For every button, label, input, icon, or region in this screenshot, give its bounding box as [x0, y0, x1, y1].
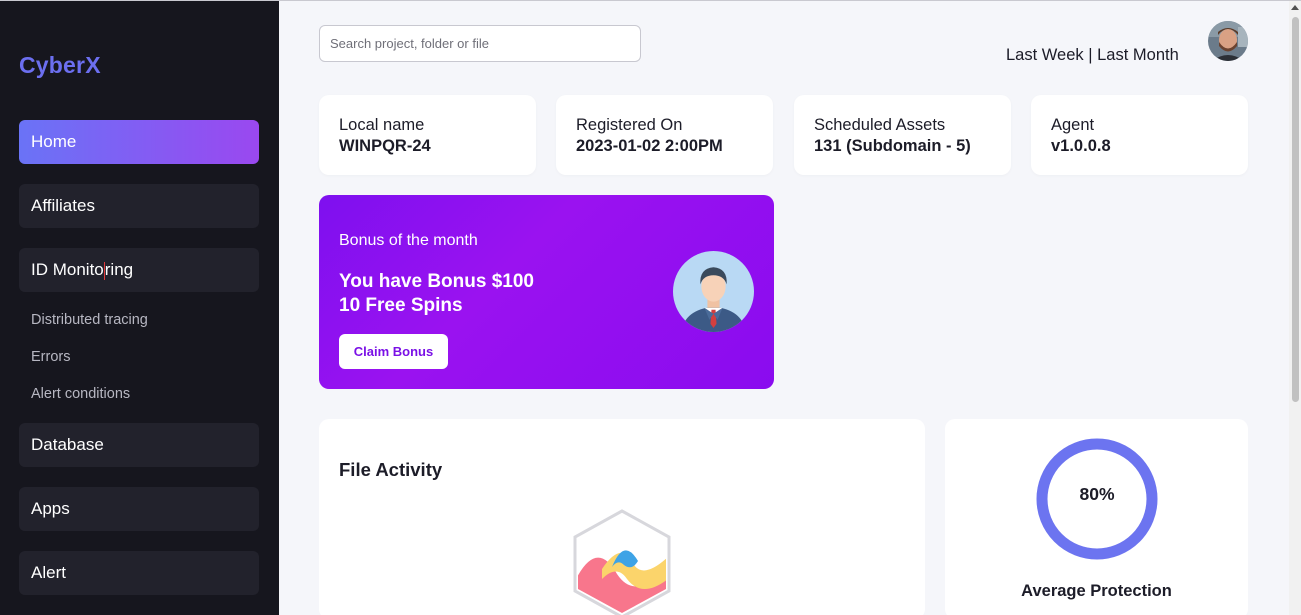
sidebar: CyberX Home Affiliates ID Monitoring Dis…	[0, 0, 279, 615]
info-label: Registered On	[576, 116, 683, 134]
sidebar-item-label: ID Monito	[31, 260, 104, 279]
info-card-local-name: Local name WINPQR-24	[319, 95, 536, 175]
subitem-distributed-tracing[interactable]: Distributed tracing	[31, 312, 148, 328]
scroll-up-arrow-icon[interactable]	[1290, 3, 1300, 13]
search-input[interactable]	[319, 25, 641, 62]
user-photo-icon	[1208, 21, 1248, 61]
period-separator: |	[1083, 46, 1098, 64]
businessman-avatar-icon	[673, 251, 754, 332]
subitem-alert-conditions[interactable]: Alert conditions	[31, 386, 130, 402]
bonus-card: Bonus of the month You have Bonus $100 1…	[319, 195, 774, 389]
file-activity-title: File Activity	[339, 459, 443, 480]
last-month-link[interactable]: Last Month	[1097, 46, 1179, 64]
protection-caption: Average Protection	[1021, 582, 1172, 600]
protection-percent: 80%	[1079, 484, 1115, 504]
bonus-amount: You have Bonus $100	[339, 271, 534, 292]
info-value: WINPQR-24	[339, 137, 431, 155]
sidebar-item-database[interactable]: Database	[19, 423, 259, 467]
info-label: Agent	[1051, 116, 1095, 134]
sidebar-item-home[interactable]: Home	[19, 120, 259, 164]
top-border	[0, 0, 1301, 1]
sidebar-item-apps[interactable]: Apps	[19, 487, 259, 531]
bonus-spins: 10 Free Spins	[339, 295, 463, 316]
info-value: v1.0.0.8	[1051, 137, 1111, 155]
last-week-link[interactable]: Last Week	[1006, 46, 1084, 64]
chartjs-logo-icon	[573, 509, 671, 615]
info-card-scheduled-assets: Scheduled Assets 131 (Subdomain - 5)	[794, 95, 1011, 175]
info-value: 2023-01-02 2:00PM	[576, 137, 723, 155]
sidebar-item-label: ring	[104, 260, 134, 279]
info-label: Local name	[339, 116, 425, 134]
average-protection-panel: 80% Average Protection	[945, 419, 1248, 615]
info-card-agent: Agent v1.0.0.8	[1031, 95, 1248, 175]
user-avatar[interactable]	[1208, 21, 1248, 61]
sidebar-item-alert[interactable]: Alert	[19, 551, 259, 595]
bonus-title: Bonus of the month	[339, 232, 478, 249]
sidebar-item-affiliates[interactable]: Affiliates	[19, 184, 259, 228]
info-value: 131 (Subdomain - 5)	[814, 137, 971, 155]
app-logo[interactable]: CyberX	[19, 52, 101, 79]
period-selector: Last Week | Last Month	[1006, 46, 1179, 65]
claim-bonus-button[interactable]: Claim Bonus	[339, 334, 448, 369]
scrollbar-thumb[interactable]	[1292, 17, 1299, 402]
info-label: Scheduled Assets	[814, 116, 946, 134]
file-activity-panel: File Activity	[319, 419, 925, 615]
subitem-errors[interactable]: Errors	[31, 349, 70, 365]
info-card-registered-on: Registered On 2023-01-02 2:00PM	[556, 95, 773, 175]
sidebar-item-id-monitoring[interactable]: ID Monitoring	[19, 248, 259, 292]
